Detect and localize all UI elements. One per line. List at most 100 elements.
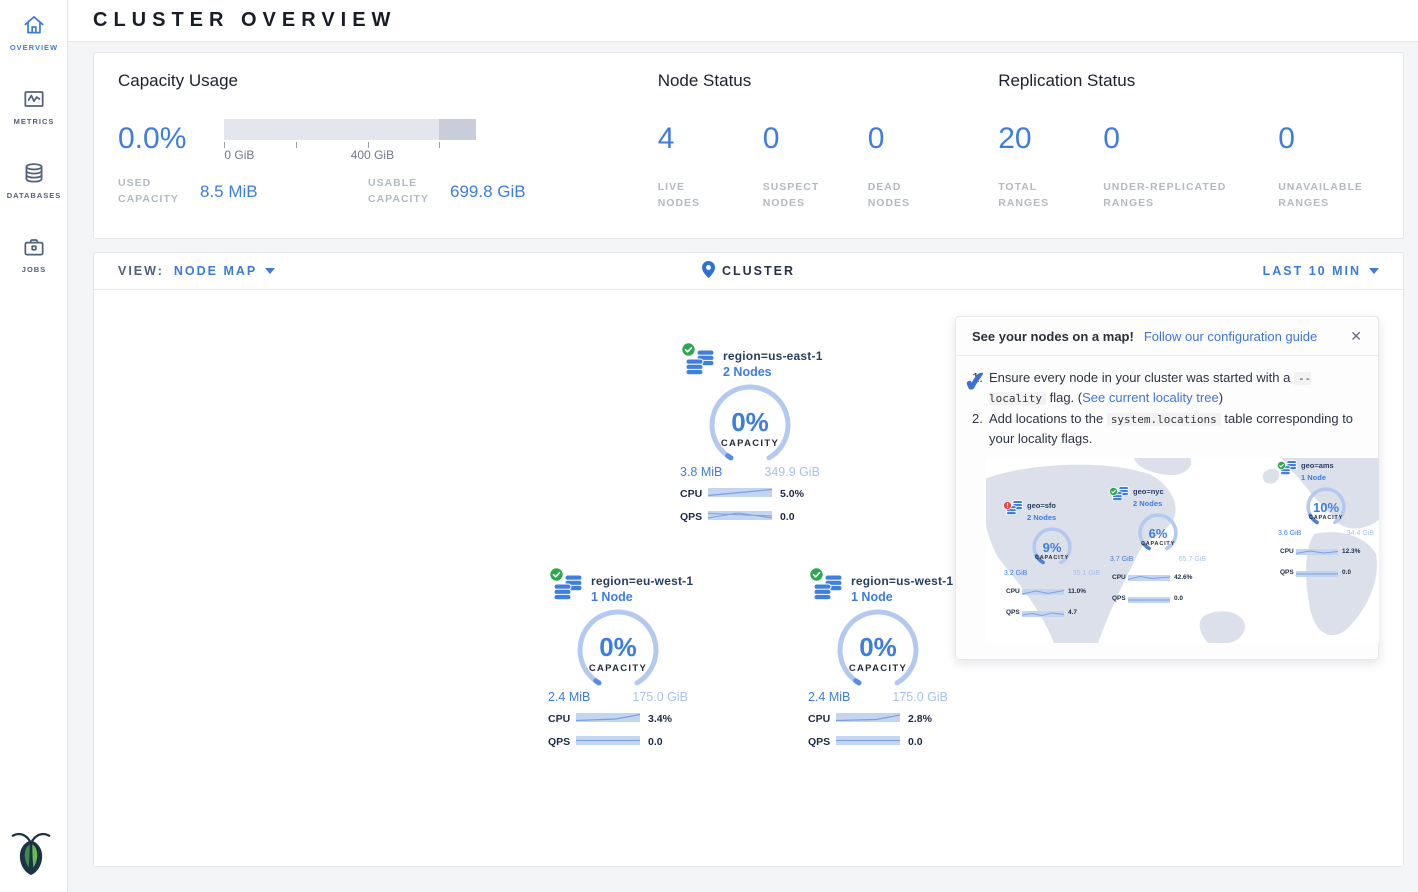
region-label: geo=ams	[1301, 460, 1334, 471]
configuration-guide-link[interactable]: Follow our configuration guide	[1144, 329, 1317, 344]
capacity-gauge: 10% CAPACITY	[1298, 486, 1354, 528]
region-label[interactable]: region=us-west-1	[851, 574, 953, 588]
region-label: geo=nyc	[1133, 486, 1164, 497]
cockroachdb-logo	[10, 829, 52, 880]
node-status-title: Node Status	[658, 71, 999, 91]
qps-value: 0.0	[648, 736, 663, 748]
capacity-label: CAPACITY	[698, 438, 802, 449]
capacity-label: CAPACITY	[566, 663, 670, 674]
capacity-bar-ticks	[224, 140, 476, 148]
breadcrumb-cluster[interactable]: CLUSTER	[722, 264, 795, 278]
qps-value: 0.0	[908, 736, 923, 748]
warning-icon	[1003, 496, 1012, 516]
region-database-icon	[553, 589, 583, 606]
total-capacity: 175.0 GiB	[632, 690, 688, 704]
used-capacity: 3.6 GiB	[1278, 529, 1301, 540]
under-replicated-ranges-value: 0	[1103, 124, 1278, 154]
healthy-check-icon	[1109, 482, 1118, 502]
suspect-nodes-stat: 0 SUSPECT NODES	[763, 119, 868, 212]
step-text: Add locations to the system.locations ta…	[989, 409, 1362, 448]
capacity-label: CAPACITY	[1130, 540, 1186, 548]
region-label[interactable]: region=us-east-1	[723, 349, 823, 363]
suspect-nodes-label: SUSPECT NODES	[763, 180, 825, 212]
total-capacity: 65.7 GiB	[1179, 555, 1206, 566]
node-card-eu-west-1[interactable]: region=eu-west-1 1 Node 0% CAPACITY 2.4 …	[543, 574, 693, 756]
cpu-value: 12.3%	[1342, 547, 1360, 557]
cpu-value: 42.6%	[1174, 573, 1192, 583]
under-replicated-ranges-label: UNDER-REPLICATED RANGES	[1103, 180, 1263, 212]
usable-capacity-value: 699.8 GiB	[450, 182, 526, 202]
node-count: 2 Nodes	[1027, 512, 1056, 523]
cpu-sparkline	[836, 710, 900, 728]
total-capacity: 349.9 GiB	[764, 465, 820, 479]
qps-sparkline	[836, 733, 900, 751]
qps-label: QPS	[808, 736, 836, 748]
node-count[interactable]: 1 Node	[591, 590, 693, 604]
cpu-sparkline	[1296, 542, 1338, 562]
sidebar-item-overview[interactable]: OVERVIEW	[0, 0, 68, 52]
live-nodes-value: 4	[658, 124, 763, 154]
capacity-gauge: 0% CAPACITY	[698, 383, 802, 463]
dead-nodes-value: 0	[868, 124, 930, 154]
total-capacity: 35.1 GiB	[1073, 569, 1100, 580]
popup-step-2: 2. Add locations to the system.locations…	[972, 409, 1362, 448]
sidebar-item-jobs[interactable]: JOBS	[0, 222, 68, 274]
used-capacity-stat: USED CAPACITY 8.5 MiB	[118, 176, 368, 208]
sidebar-item-metrics[interactable]: METRICS	[0, 74, 68, 126]
locality-tree-link[interactable]: See current locality tree	[1082, 390, 1219, 405]
replication-status-title: Replication Status	[998, 71, 1403, 91]
step-text: Ensure every node in your cluster was st…	[989, 368, 1362, 407]
usable-capacity-label: USABLE CAPACITY	[368, 176, 440, 208]
popup-title: See your nodes on a map!	[972, 329, 1134, 344]
qps-sparkline	[708, 508, 772, 526]
qps-label: QPS	[1112, 594, 1128, 604]
cpu-label: CPU	[680, 488, 708, 500]
node-map-canvas: region=us-east-1 2 Nodes 0% CAPACITY 3.8…	[94, 291, 1403, 866]
time-range-dropdown[interactable]: LAST 10 MIN	[1263, 264, 1379, 278]
view-mode-dropdown[interactable]: NODE MAP	[174, 264, 275, 278]
healthy-check-icon	[809, 567, 824, 587]
capacity-usage-section: Capacity Usage 0.0% 0 GiB 400 GiB USED C…	[118, 71, 658, 238]
capacity-percent: 0%	[566, 632, 670, 663]
page-header: CLUSTER OVERVIEW	[68, 0, 1418, 42]
cpu-sparkline	[1022, 582, 1064, 602]
main-content: CLUSTER OVERVIEW Capacity Usage 0.0% 0 G…	[68, 0, 1418, 892]
cpu-label: CPU	[808, 713, 836, 725]
node-card-us-west-1[interactable]: region=us-west-1 1 Node 0% CAPACITY 2.4 …	[803, 574, 953, 756]
cpu-value: 2.8%	[908, 713, 932, 725]
sidebar-item-databases[interactable]: DATABASES	[0, 148, 68, 200]
qps-value: 4.7	[1068, 608, 1077, 618]
close-icon[interactable]: ✕	[1348, 328, 1364, 345]
view-label: VIEW:	[118, 264, 164, 278]
mini-node-card-sfo: geo=sfo 2 Nodes 9% CAPACITY	[1000, 500, 1104, 625]
region-label[interactable]: region=eu-west-1	[591, 574, 693, 588]
capacity-label: CAPACITY	[1024, 554, 1080, 562]
step-number: 2.	[972, 409, 989, 448]
cluster-summary-panel: Capacity Usage 0.0% 0 GiB 400 GiB USED C…	[93, 52, 1404, 239]
example-node-map-image: geo=sfo 2 Nodes 9% CAPACITY	[986, 458, 1379, 643]
region-database-icon	[685, 364, 715, 381]
capacity-label: CAPACITY	[1298, 514, 1354, 522]
map-toolbar: VIEW: NODE MAP CLUSTER LAST 10 MIN	[94, 253, 1403, 290]
capacity-tick-0: 0 GiB	[224, 148, 254, 162]
dead-nodes-label: DEAD NODES	[868, 180, 930, 212]
unavailable-ranges-label: UNAVAILABLE RANGES	[1278, 180, 1368, 212]
sidebar-item-label: DATABASES	[0, 191, 68, 200]
system-locations-code: system.locations	[1107, 413, 1221, 426]
node-card-us-east-1[interactable]: region=us-east-1 2 Nodes 0% CAPACITY 3.8…	[675, 349, 825, 531]
live-nodes-stat: 4 LIVE NODES	[658, 119, 763, 212]
sidebar-item-label: OVERVIEW	[0, 43, 68, 52]
node-count[interactable]: 2 Nodes	[723, 365, 823, 379]
qps-sparkline	[1128, 590, 1170, 610]
usable-capacity-stat: USABLE CAPACITY 699.8 GiB	[368, 176, 526, 208]
capacity-gauge: 0% CAPACITY	[566, 608, 670, 688]
sidebar: OVERVIEW METRICS DATABASES	[0, 0, 68, 892]
cpu-label: CPU	[1280, 547, 1296, 557]
node-status-section: Node Status 4 LIVE NODES 0 SUSPECT NODES…	[658, 71, 999, 238]
node-count[interactable]: 1 Node	[851, 590, 953, 604]
unavailable-ranges-value: 0	[1278, 124, 1368, 154]
capacity-bar-dark-segment	[439, 119, 476, 140]
healthy-check-icon	[1277, 458, 1286, 476]
cpu-sparkline	[1128, 568, 1170, 588]
capacity-gauge: 6% CAPACITY	[1130, 512, 1186, 554]
